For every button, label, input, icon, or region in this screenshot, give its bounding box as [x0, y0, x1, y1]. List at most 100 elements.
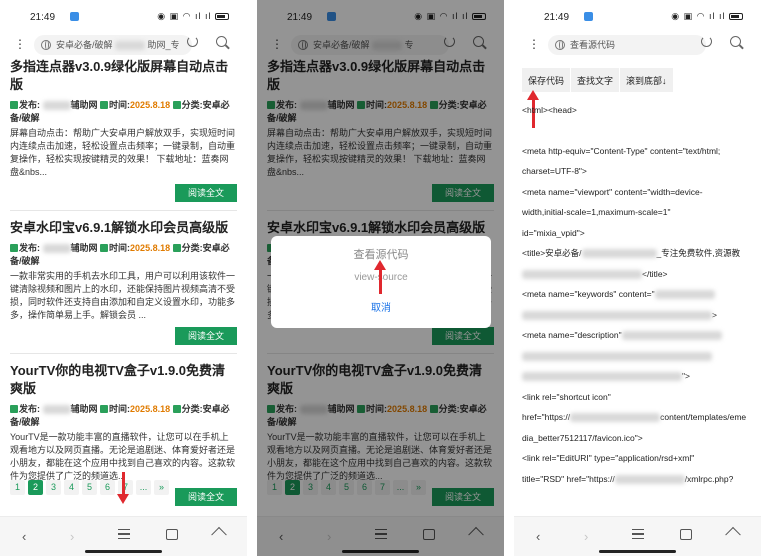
- view-source-screen: 21:49 ◉ ▣ ◠ ıl ıl ⋮ 查看源代码 保存代码 查找文字 滚到底部↓ …: [514, 0, 761, 556]
- author-icon: [10, 101, 18, 109]
- source-line: id="mixia_vpid">: [522, 227, 585, 238]
- time-label: 时间:: [109, 404, 131, 414]
- redacted-text: [42, 101, 71, 111]
- menu-dots-icon[interactable]: ⋮: [528, 37, 540, 51]
- publish-label: 发布:: [19, 243, 40, 253]
- article-excerpt: 屏幕自动点击：帮助广大安卓用户解放双手，实现短时间内连续点击加速，轻松设置点击频…: [10, 128, 236, 177]
- url-field[interactable]: 安卓必备/破解 助网_专: [34, 35, 192, 55]
- page-link[interactable]: 6: [100, 480, 115, 495]
- search-icon[interactable]: [216, 36, 227, 47]
- forward-icon[interactable]: ›: [70, 529, 74, 544]
- publish-label: 发布:: [19, 404, 40, 414]
- back-icon[interactable]: ‹: [22, 529, 26, 544]
- article-title[interactable]: 多指连点器v3.0.9绿化版屏幕自动点击版: [10, 58, 237, 94]
- find-text-button[interactable]: 查找文字: [571, 68, 620, 92]
- browser-nav-bar: ‹ ›: [0, 516, 247, 556]
- category-icon: [172, 405, 181, 413]
- notification-icon: [584, 12, 593, 21]
- source-line: <link rel="shortcut icon": [522, 391, 611, 402]
- site-name: 辅助网: [70, 404, 98, 414]
- source-line: dia_better7512117/favicon.ico">: [522, 432, 643, 443]
- globe-icon: [41, 40, 51, 50]
- article-item: 多指连点器v3.0.9绿化版屏幕自动点击版 发布: 辅助网 时间:2025.8.…: [10, 58, 237, 211]
- source-fragment: _专注免费软件,资源教: [656, 248, 741, 258]
- redacted-text: [570, 413, 661, 423]
- article-item: 安卓水印宝v6.9.1解锁水印会员高级版 发布: 辅助网 时间:2025.8.1…: [10, 219, 237, 354]
- source-line: width,initial-scale=1,maximum-scale=1": [522, 207, 671, 217]
- source-fragment: >: [712, 309, 717, 320]
- menu-icon[interactable]: [632, 529, 644, 539]
- article-title[interactable]: YourTV你的电视TV盒子v1.9.0免费清爽版: [10, 362, 237, 398]
- redacted-text: [614, 474, 685, 484]
- article-date: 2025.8.18: [130, 243, 171, 253]
- status-bar: 21:49 ◉ ▣ ◠ ıl ıl: [0, 0, 247, 30]
- back-icon[interactable]: ‹: [536, 529, 540, 544]
- scroll-to-bottom-button[interactable]: 滚到底部↓: [620, 68, 673, 92]
- clock-icon: [100, 405, 109, 413]
- source-line: <meta http-equiv="Content-Type" content=…: [522, 145, 721, 156]
- read-more-button[interactable]: 阅读全文: [175, 184, 237, 202]
- source-fragment: ">: [682, 371, 690, 381]
- source-fragment: <meta name="keywords" content=": [522, 289, 655, 299]
- source-fragment: href="https://: [522, 412, 571, 422]
- save-code-button[interactable]: 保存代码: [522, 68, 571, 92]
- source-line: <meta name="keywords" content=": [522, 284, 753, 305]
- source-line: charset=UTF-8">: [522, 166, 587, 176]
- home-icon[interactable]: [214, 529, 226, 540]
- source-line: >: [522, 305, 753, 326]
- red-arrow-annotation: [374, 260, 386, 294]
- url-text: 查看源代码: [570, 40, 616, 50]
- cancel-button[interactable]: 取消: [371, 299, 391, 314]
- browser-nav-bar: ‹ ›: [514, 516, 761, 556]
- home-indicator: [599, 550, 676, 553]
- time-label: 时间:: [109, 243, 131, 253]
- redacted-text: [522, 310, 712, 320]
- notification-icon: [70, 12, 79, 21]
- site-name: 辅助网: [70, 243, 98, 253]
- red-arrow-annotation: [117, 472, 129, 504]
- page-link[interactable]: 4: [64, 480, 79, 495]
- page-link-current[interactable]: 2: [28, 480, 43, 495]
- source-line: <title>安卓必备/ _专注免费软件,资源教: [522, 243, 753, 264]
- url-field[interactable]: 查看源代码: [548, 35, 706, 55]
- tabs-icon[interactable]: [166, 529, 178, 540]
- url-text-tail: 助网_专: [147, 40, 180, 50]
- site-name: 辅助网: [70, 100, 98, 110]
- address-bar: ⋮ 安卓必备/破解 助网_专: [0, 32, 247, 58]
- redacted-text: [522, 269, 642, 279]
- status-time: 21:49: [30, 12, 56, 23]
- tabs-icon[interactable]: [680, 529, 692, 540]
- page-link[interactable]: 7: [118, 480, 133, 495]
- source-line: ">: [522, 366, 753, 387]
- source-line: href="https:// content/templates/eme: [522, 407, 753, 428]
- page-link[interactable]: 1: [10, 480, 25, 495]
- forward-icon[interactable]: ›: [584, 529, 588, 544]
- category-label: 分类:: [181, 243, 203, 253]
- source-line: </title>: [522, 264, 753, 285]
- url-text: 安卓必备/破解: [56, 40, 113, 50]
- page-next[interactable]: »: [154, 480, 169, 495]
- read-more-button[interactable]: 阅读全文: [175, 327, 237, 345]
- author-icon: [10, 405, 18, 413]
- time-label: 时间:: [109, 100, 131, 110]
- status-bar: 21:49 ◉ ▣ ◠ ıl ıl: [514, 0, 761, 30]
- source-fragment: </title>: [642, 268, 668, 279]
- menu-icon[interactable]: [118, 529, 130, 539]
- article-meta: 发布: 辅助网 时间:2025.8.18 分类:安卓必备/破解: [10, 99, 237, 125]
- reload-icon[interactable]: [187, 36, 198, 47]
- browser-article-list-screen: 21:49 ◉ ▣ ◠ ıl ıl ⋮ 安卓必备/破解 助网_专 多指连点器v3…: [0, 0, 247, 556]
- category-icon: [172, 244, 181, 252]
- article-title[interactable]: 安卓水印宝v6.9.1解锁水印会员高级版: [10, 219, 237, 237]
- search-icon[interactable]: [730, 36, 741, 47]
- article-meta: 发布: 辅助网 时间:2025.8.18 分类:安卓必备/破解: [10, 403, 237, 429]
- category-label: 分类:: [181, 404, 203, 414]
- battery-icon: [215, 13, 229, 21]
- page-link[interactable]: 5: [82, 480, 97, 495]
- menu-dots-icon[interactable]: ⋮: [14, 37, 26, 51]
- category-icon: [172, 101, 181, 109]
- source-line: <link rel="EditURI" type="application/rs…: [522, 453, 695, 463]
- home-icon[interactable]: [728, 529, 740, 540]
- page-link[interactable]: 3: [46, 480, 61, 495]
- reload-icon[interactable]: [701, 36, 712, 47]
- source-line: <meta name="description": [522, 325, 753, 346]
